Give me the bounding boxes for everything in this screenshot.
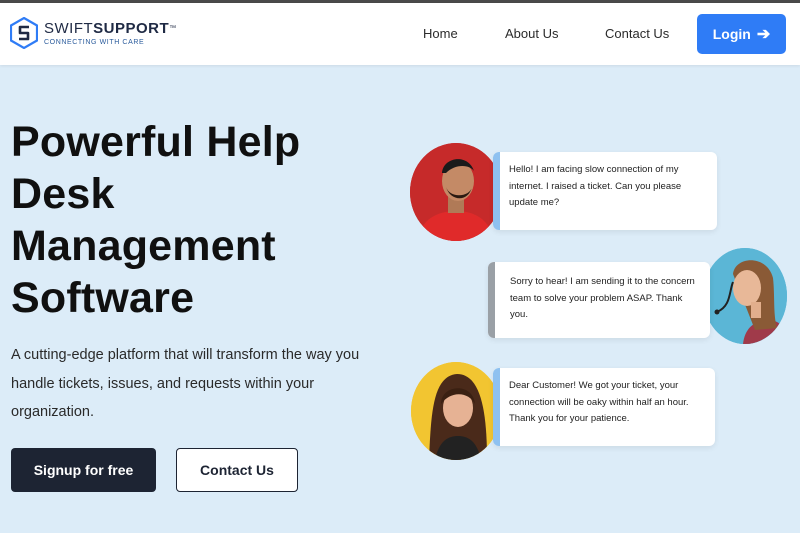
nav-contact-us[interactable]: Contact Us (605, 26, 669, 41)
main-nav: Home About Us Contact Us (0, 3, 800, 65)
bubble-accent (488, 262, 495, 338)
site-header: SWIFTSUPPORT™ CONNECTING WITH CARE Home … (0, 3, 800, 65)
hero-title: Powerful Help Desk Management Software (11, 116, 341, 324)
contact-us-button[interactable]: Contact Us (176, 448, 298, 492)
nav-about-us[interactable]: About Us (505, 26, 558, 41)
hero-title-line: Software (11, 274, 195, 322)
arrow-right-icon: ➔ (756, 26, 771, 43)
signup-button[interactable]: Signup for free (11, 448, 156, 492)
chat-bubble-agent: Sorry to hear! I am sending it to the co… (488, 262, 710, 338)
bubble-accent (493, 152, 500, 230)
bubble-accent (493, 368, 500, 446)
chat-message: Hello! I am facing slow connection of my… (509, 164, 682, 208)
hero-description: A cutting-edge platform that will transf… (11, 347, 360, 420)
support-agent-avatar (703, 248, 787, 344)
chat-message: Sorry to hear! I am sending it to the co… (510, 276, 695, 320)
login-label: Login (712, 26, 751, 42)
login-button[interactable]: Login ➔ (697, 14, 786, 54)
chat-bubble-customer-1: Hello! I am facing slow connection of my… (493, 152, 717, 230)
chat-bubble-customer-2: Dear Customer! We got your ticket, your … (493, 368, 715, 446)
customer-woman-avatar (411, 362, 501, 460)
nav-home[interactable]: Home (423, 26, 458, 41)
hero-title-line: Powerful Help (11, 118, 301, 166)
hero-title-line: Management (11, 222, 276, 270)
chat-message: Dear Customer! We got your ticket, your … (509, 380, 689, 424)
hero-title-line: Desk (11, 170, 115, 218)
customer-man-avatar (410, 143, 502, 241)
